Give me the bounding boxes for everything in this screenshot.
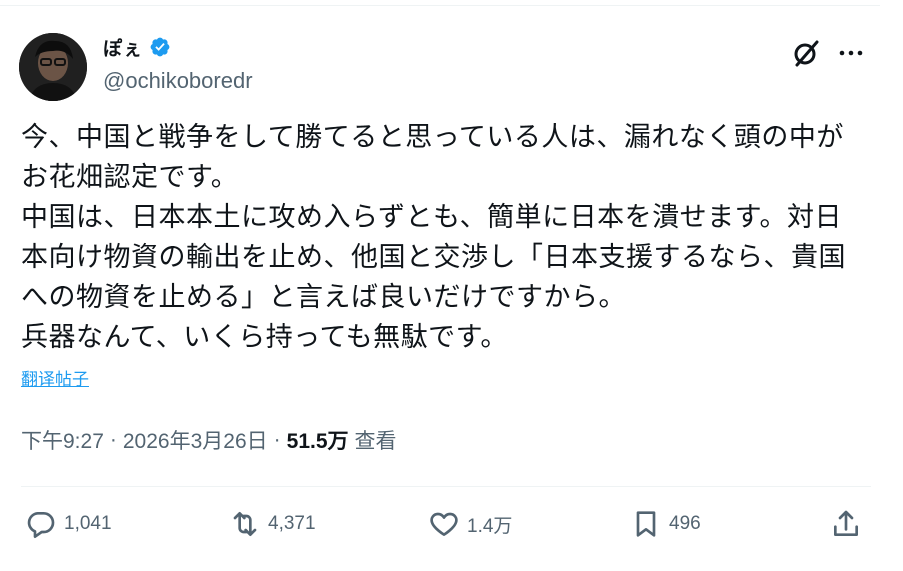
repost-count: 4,371 xyxy=(268,513,316,534)
views-count: 51.5万 xyxy=(286,430,349,453)
bookmark-count: 496 xyxy=(669,513,701,534)
top-divider xyxy=(0,5,880,6)
reply-button[interactable]: 1,041 xyxy=(25,506,112,542)
author-handle[interactable]: @ochikoboredr xyxy=(103,68,253,94)
author-display-name[interactable]: ぽぇ xyxy=(103,34,143,61)
tweet-date[interactable]: 2026年3月26日 xyxy=(123,425,268,455)
views-label: 查看 xyxy=(354,430,397,453)
tweet-time[interactable]: 下午9:27 xyxy=(21,425,104,455)
verified-badge-icon xyxy=(150,37,170,57)
repost-button[interactable]: 4,371 xyxy=(229,506,316,542)
share-icon xyxy=(834,510,858,536)
tweet-text: 今、中国と戦争をして勝てると思っている人は、漏れなく頭の中がお花畑認定です。 中… xyxy=(21,122,846,353)
translate-link[interactable]: 翻译帖子 xyxy=(21,365,89,390)
reply-icon xyxy=(27,512,55,538)
grok-icon[interactable] xyxy=(791,38,821,68)
meta-separator: · xyxy=(273,428,281,451)
repost-icon xyxy=(233,512,257,536)
tweet-meta: 下午9:27 · 2026年3月26日 · 51.5万 查看 xyxy=(21,425,397,455)
bookmark-button[interactable]: 496 xyxy=(630,506,701,542)
like-count: 1.4万 xyxy=(467,515,513,537)
share-button[interactable] xyxy=(830,506,862,542)
author-name-row[interactable]: ぽぇ xyxy=(103,34,171,60)
more-icon[interactable] xyxy=(835,38,867,68)
meta-separator: · xyxy=(109,428,117,451)
avatar[interactable] xyxy=(19,33,87,101)
actions-divider xyxy=(21,486,871,487)
like-icon xyxy=(430,512,458,536)
bookmark-icon xyxy=(636,511,656,537)
reply-count: 1,041 xyxy=(64,513,112,534)
like-button[interactable]: 1.4万 xyxy=(428,506,512,542)
